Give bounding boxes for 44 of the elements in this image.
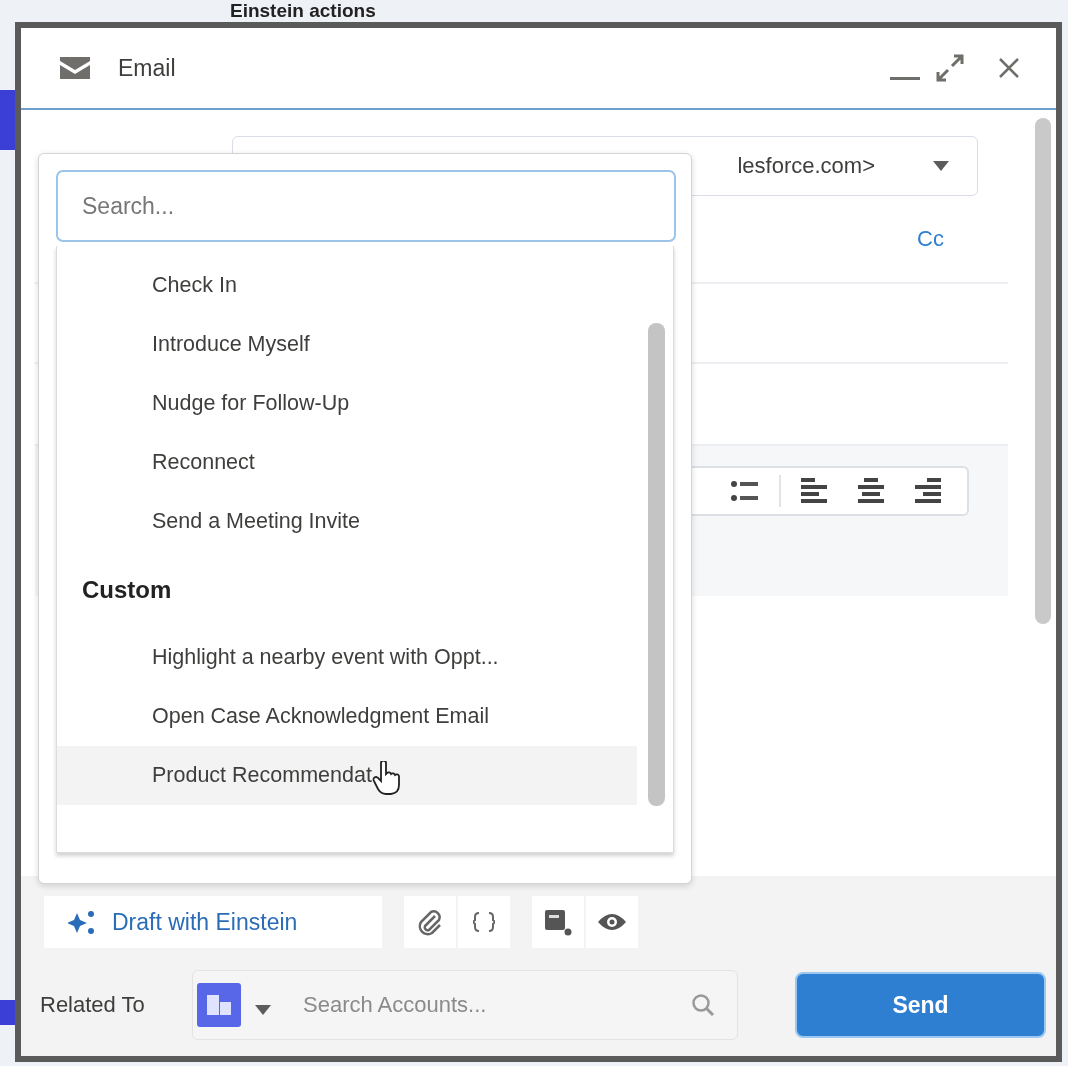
envelope-icon [60, 57, 90, 79]
scrollbar-thumb[interactable] [1035, 118, 1051, 624]
search-icon [691, 993, 715, 1017]
account-object-icon[interactable] [197, 983, 241, 1027]
hand-cursor-icon [371, 760, 402, 795]
related-search-field[interactable]: Search Accounts... [192, 970, 738, 1040]
paperclip-icon [417, 908, 443, 936]
bullet-list-icon[interactable] [731, 480, 759, 502]
group-heading: Custom [81, 574, 173, 605]
template-button[interactable] [532, 896, 584, 948]
background-panel [0, 1000, 16, 1025]
cc-link[interactable]: Cc [917, 226, 944, 252]
background-panel [0, 90, 16, 150]
template-item[interactable]: Nudge for Follow-Up [57, 374, 637, 433]
send-button[interactable]: Send [795, 972, 1046, 1038]
align-right-icon[interactable] [913, 478, 941, 504]
page-heading: Einstein actions [230, 0, 376, 22]
draft-with-einstein-button[interactable]: Draft with Einstein [44, 896, 382, 948]
template-item[interactable]: Product Recommendat [57, 746, 637, 805]
align-left-icon[interactable] [801, 478, 829, 504]
search-input[interactable]: Search Accounts... [301, 991, 691, 1019]
template-item[interactable]: Open Case Acknowledgment Email [57, 687, 637, 746]
template-item[interactable]: Highlight a nearby event with Oppt... [57, 628, 637, 687]
sparkle-icon [68, 909, 96, 935]
minimize-icon[interactable] [890, 77, 920, 81]
scrollbar-thumb[interactable] [648, 323, 665, 806]
window-title: Email [118, 54, 177, 82]
search-field[interactable]: Search... [56, 170, 676, 242]
template-item[interactable]: Send a Meeting Invite [57, 492, 637, 551]
template-item[interactable]: Reconnect [57, 433, 637, 492]
eye-icon [597, 912, 627, 932]
close-icon[interactable] [998, 57, 1020, 79]
caret-icon [255, 1005, 271, 1015]
template-icon [544, 908, 572, 936]
expand-icon[interactable] [936, 54, 964, 82]
attach-button[interactable] [404, 896, 456, 948]
merge-field-button[interactable] [458, 896, 510, 948]
caret-icon [933, 161, 949, 171]
related-to-label: Related To [40, 992, 146, 1018]
preview-button[interactable] [586, 896, 638, 948]
template-item[interactable]: Check In [57, 256, 637, 315]
template-item[interactable]: Introduce Myself [57, 315, 637, 374]
align-center-icon[interactable] [857, 478, 885, 504]
braces-icon [473, 911, 495, 933]
